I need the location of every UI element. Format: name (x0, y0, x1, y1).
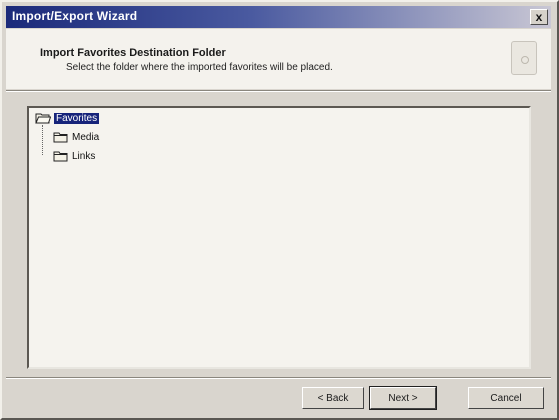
header-divider (6, 90, 551, 92)
back-button[interactable]: < Back (302, 387, 364, 409)
cancel-button[interactable]: Cancel (468, 387, 544, 409)
tree-item-label: Media (72, 132, 100, 143)
tree-item-favorites[interactable]: Favorites (35, 112, 100, 125)
tree-item-media[interactable]: Media (53, 131, 99, 144)
tree-item-label: Links (72, 151, 96, 162)
wizard-icon (511, 41, 537, 75)
window-title: Import/Export Wizard (12, 9, 138, 23)
tree-item-label: Favorites (54, 113, 100, 124)
folder-open-icon (35, 113, 51, 124)
page-subtitle: Select the folder where the imported fav… (66, 62, 333, 73)
wizard-header: Import Favorites Destination Folder Sele… (6, 29, 551, 89)
footer-divider (6, 377, 551, 379)
folder-icon (53, 132, 68, 143)
tree-item-links[interactable]: Links (53, 150, 95, 163)
folder-tree[interactable]: Favorites Media Links (27, 106, 531, 369)
folder-icon (53, 151, 68, 162)
close-button[interactable]: x (530, 9, 548, 25)
title-bar[interactable]: Import/Export Wizard x (6, 6, 551, 28)
wizard-dialog: Import/Export Wizard x Import Favorites … (0, 0, 559, 420)
page-title: Import Favorites Destination Folder (40, 47, 226, 59)
next-button[interactable]: Next > (369, 386, 437, 410)
